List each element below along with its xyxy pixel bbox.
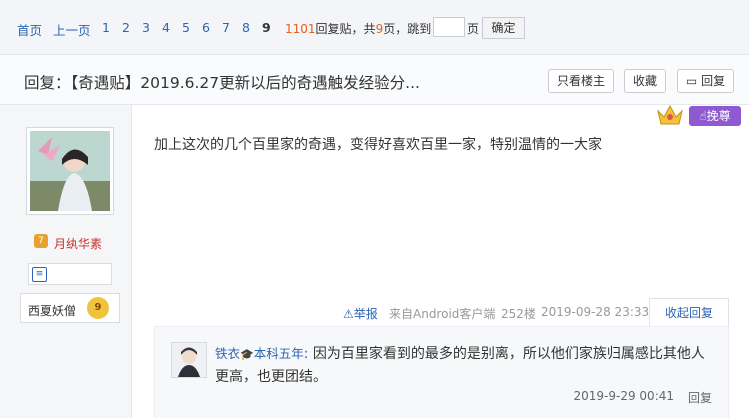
badge-level: 9 xyxy=(87,297,109,319)
page-link-3[interactable]: 3 xyxy=(142,20,150,35)
avatar-image xyxy=(30,131,110,211)
thumb-icon: ☝ xyxy=(699,109,707,123)
go-button[interactable]: 确定 xyxy=(482,17,525,39)
level-icon: 7 xyxy=(34,234,48,248)
sub-reply-time: 2019-9-29 00:41 xyxy=(573,389,675,403)
favorite-button[interactable]: 收藏 xyxy=(624,69,666,93)
jump-page-input[interactable] xyxy=(433,17,465,37)
member-icon-box: ≡ xyxy=(28,263,112,285)
page-link-5[interactable]: 5 xyxy=(182,20,190,35)
sub-reply-avatar[interactable] xyxy=(171,342,207,378)
page-link-1[interactable]: 1 xyxy=(102,20,110,35)
reply-button[interactable]: ▭ 回复 xyxy=(677,69,734,93)
comment-icon: ▭ xyxy=(685,74,698,88)
prev-page-link[interactable]: 上一页 xyxy=(53,20,91,39)
sub-reply-reply-link[interactable]: 回复 xyxy=(688,389,712,406)
page-link-7[interactable]: 7 xyxy=(222,20,230,35)
sub-reply-user-tag: 本科五年 xyxy=(253,346,304,361)
avatar[interactable] xyxy=(26,127,114,215)
badge-name: 西夏妖僧 xyxy=(28,304,77,318)
page-suffix: 页，跳到 xyxy=(383,22,432,36)
report-link[interactable]: ⚠举报 xyxy=(343,305,378,322)
page-unit: 页 xyxy=(467,22,480,36)
member-icon: ≡ xyxy=(32,267,47,282)
pager-bar: 首页 上一页 1 2 3 4 5 6 7 8 9 1101回复贴，共9页，跳到 … xyxy=(0,0,749,55)
sub-reply-avatar-image xyxy=(172,343,206,377)
reply-label: 回复贴，共 xyxy=(315,22,376,36)
only-author-button[interactable]: 只看楼主 xyxy=(548,69,614,93)
page-link-2[interactable]: 2 xyxy=(122,20,130,35)
forum-badge: 西夏妖僧 9 xyxy=(20,293,120,323)
current-page: 9 xyxy=(262,20,271,35)
crown-icon xyxy=(657,104,683,125)
sub-reply-body: 铁衣🎓本科五年: 因为百里家看到的最多的是别离，所以他们家族归属感比其他人更高，… xyxy=(215,346,705,385)
reply-count: 1101 xyxy=(285,22,316,36)
page-link-6[interactable]: 6 xyxy=(202,20,210,35)
thread-title: 回复：【奇遇贴】2019.6.27更新以后的奇遇触发经验分... xyxy=(24,74,420,92)
first-page-link[interactable]: 首页 xyxy=(17,20,42,39)
username[interactable]: 月纨华素 xyxy=(54,235,102,252)
collapse-replies-button[interactable]: 收起回复 xyxy=(649,298,729,326)
warning-icon: ⚠ xyxy=(343,307,354,321)
page-link-4[interactable]: 4 xyxy=(162,20,170,35)
reply-count-text: 1101回复贴，共9页，跳到 xyxy=(285,20,431,37)
graduation-cap-icon: 🎓 xyxy=(240,348,254,361)
sub-reply-panel: 铁衣🎓本科五年: 因为百里家看到的最多的是别离，所以他们家族归属感比其他人更高，… xyxy=(154,326,729,418)
post-floor: 252楼 xyxy=(501,307,536,321)
thread-title-bar: 回复：【奇遇贴】2019.6.27更新以后的奇遇触发经验分... 只看楼主 收藏… xyxy=(0,55,749,105)
post-time: 2019-09-28 23:33 xyxy=(541,305,650,319)
boost-label: 挽尊 xyxy=(706,109,731,123)
page-link-8[interactable]: 8 xyxy=(242,20,250,35)
boost-button[interactable]: ☝挽尊 xyxy=(689,106,741,126)
report-label: 举报 xyxy=(353,307,378,321)
sub-reply-user[interactable]: 铁衣 xyxy=(215,346,240,361)
post-content: 加上这次的几个百里家的奇遇，变得好喜欢百里一家，特别温情的一大家 xyxy=(154,137,602,153)
reply-button-label: 回复 xyxy=(701,74,726,88)
post-source: 来自Android客户端 xyxy=(389,307,496,321)
